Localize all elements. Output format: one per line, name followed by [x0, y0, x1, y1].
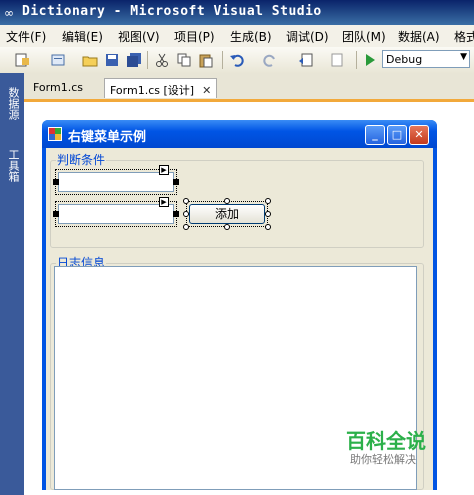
- condition-textbox-2[interactable]: [58, 204, 174, 224]
- resize-handle[interactable]: [224, 224, 230, 230]
- standard-toolbar: Debug ▼: [0, 47, 474, 74]
- form-icon: [48, 127, 62, 141]
- title-bar: ∞ Dictionary - Microsoft Visual Studio: [0, 0, 474, 25]
- resize-handle[interactable]: [53, 179, 59, 185]
- copy-icon[interactable]: [176, 52, 192, 68]
- add-button-label: 添加: [214, 207, 239, 221]
- menu-debug[interactable]: 调试(D): [286, 28, 329, 45]
- menu-project[interactable]: 项目(P): [174, 28, 215, 45]
- watermark-subtitle: 助你轻松解决: [350, 453, 416, 466]
- save-all-icon[interactable]: [126, 52, 142, 68]
- menu-format[interactable]: 格式: [454, 28, 474, 45]
- tab-form1-code[interactable]: Form1.cs: [28, 78, 88, 98]
- maximize-button[interactable]: □: [387, 125, 407, 145]
- navigate-backward-icon[interactable]: [298, 52, 314, 68]
- solution-configuration-select[interactable]: Debug ▼: [382, 50, 470, 68]
- redo-icon[interactable]: [262, 52, 278, 68]
- vs-logo-icon: ∞: [4, 6, 14, 20]
- start-debugging-icon[interactable]: [362, 52, 378, 68]
- form-title-bar: 右键菜单示例 _ □ ✕: [42, 120, 437, 148]
- menu-edit[interactable]: 编辑(E): [62, 28, 103, 45]
- left-tool-strip: 数据源 工具箱: [0, 73, 24, 495]
- toolbox-tab[interactable]: 工具箱: [3, 149, 21, 182]
- menu-file[interactable]: 文件(F): [6, 28, 46, 45]
- new-project-icon[interactable]: [14, 52, 30, 68]
- resize-handle[interactable]: [183, 211, 189, 217]
- tab-form1-design[interactable]: Form1.cs [设计] ✕: [104, 78, 218, 98]
- toolbar-separator: [147, 51, 148, 69]
- resize-handle[interactable]: [183, 198, 189, 204]
- close-button[interactable]: ✕: [409, 125, 429, 145]
- menu-view[interactable]: 视图(V): [118, 28, 160, 45]
- condition-textbox-1[interactable]: [58, 172, 174, 192]
- undo-icon[interactable]: [229, 52, 245, 68]
- menu-build[interactable]: 生成(B): [230, 28, 272, 45]
- toolbar-separator: [356, 51, 357, 69]
- paste-icon[interactable]: [198, 52, 214, 68]
- resize-handle[interactable]: [173, 211, 179, 217]
- cut-icon[interactable]: [154, 52, 170, 68]
- resize-handle[interactable]: [265, 224, 271, 230]
- configuration-value: Debug: [386, 53, 423, 66]
- smart-tag-icon[interactable]: ▶: [159, 197, 169, 207]
- data-sources-tab[interactable]: 数据源: [3, 87, 21, 120]
- menu-team[interactable]: 团队(M): [342, 28, 386, 45]
- open-folder-icon[interactable]: [82, 52, 98, 68]
- save-icon[interactable]: [104, 52, 120, 68]
- resize-handle[interactable]: [265, 198, 271, 204]
- resize-handle[interactable]: [224, 198, 230, 204]
- add-item-icon[interactable]: [50, 52, 66, 68]
- navigate-forward-icon[interactable]: [330, 52, 346, 68]
- tab-label: Form1.cs [设计]: [110, 84, 195, 97]
- form-title: 右键菜单示例: [68, 130, 147, 145]
- resize-handle[interactable]: [265, 211, 271, 217]
- resize-handle[interactable]: [173, 179, 179, 185]
- minimize-button[interactable]: _: [365, 125, 385, 145]
- menu-bar: 文件(F) 编辑(E) 视图(V) 项目(P) 生成(B) 调试(D) 团队(M…: [0, 25, 474, 48]
- chevron-down-icon: ▼: [460, 52, 467, 62]
- tab-label: Form1.cs: [33, 81, 83, 94]
- close-icon[interactable]: ✕: [202, 84, 211, 97]
- resize-handle[interactable]: [53, 211, 59, 217]
- document-tabs: Form1.cs Form1.cs [设计] ✕: [24, 73, 474, 102]
- resize-handle[interactable]: [183, 224, 189, 230]
- window-title: Dictionary - Microsoft Visual Studio: [22, 4, 322, 19]
- smart-tag-icon[interactable]: ▶: [159, 165, 169, 175]
- toolbar-separator: [222, 51, 223, 69]
- condition-group-label: 判断条件: [56, 151, 107, 168]
- watermark-title: 百科全说: [346, 429, 426, 453]
- add-button[interactable]: 添加: [189, 204, 265, 224]
- menu-data[interactable]: 数据(A): [398, 28, 440, 45]
